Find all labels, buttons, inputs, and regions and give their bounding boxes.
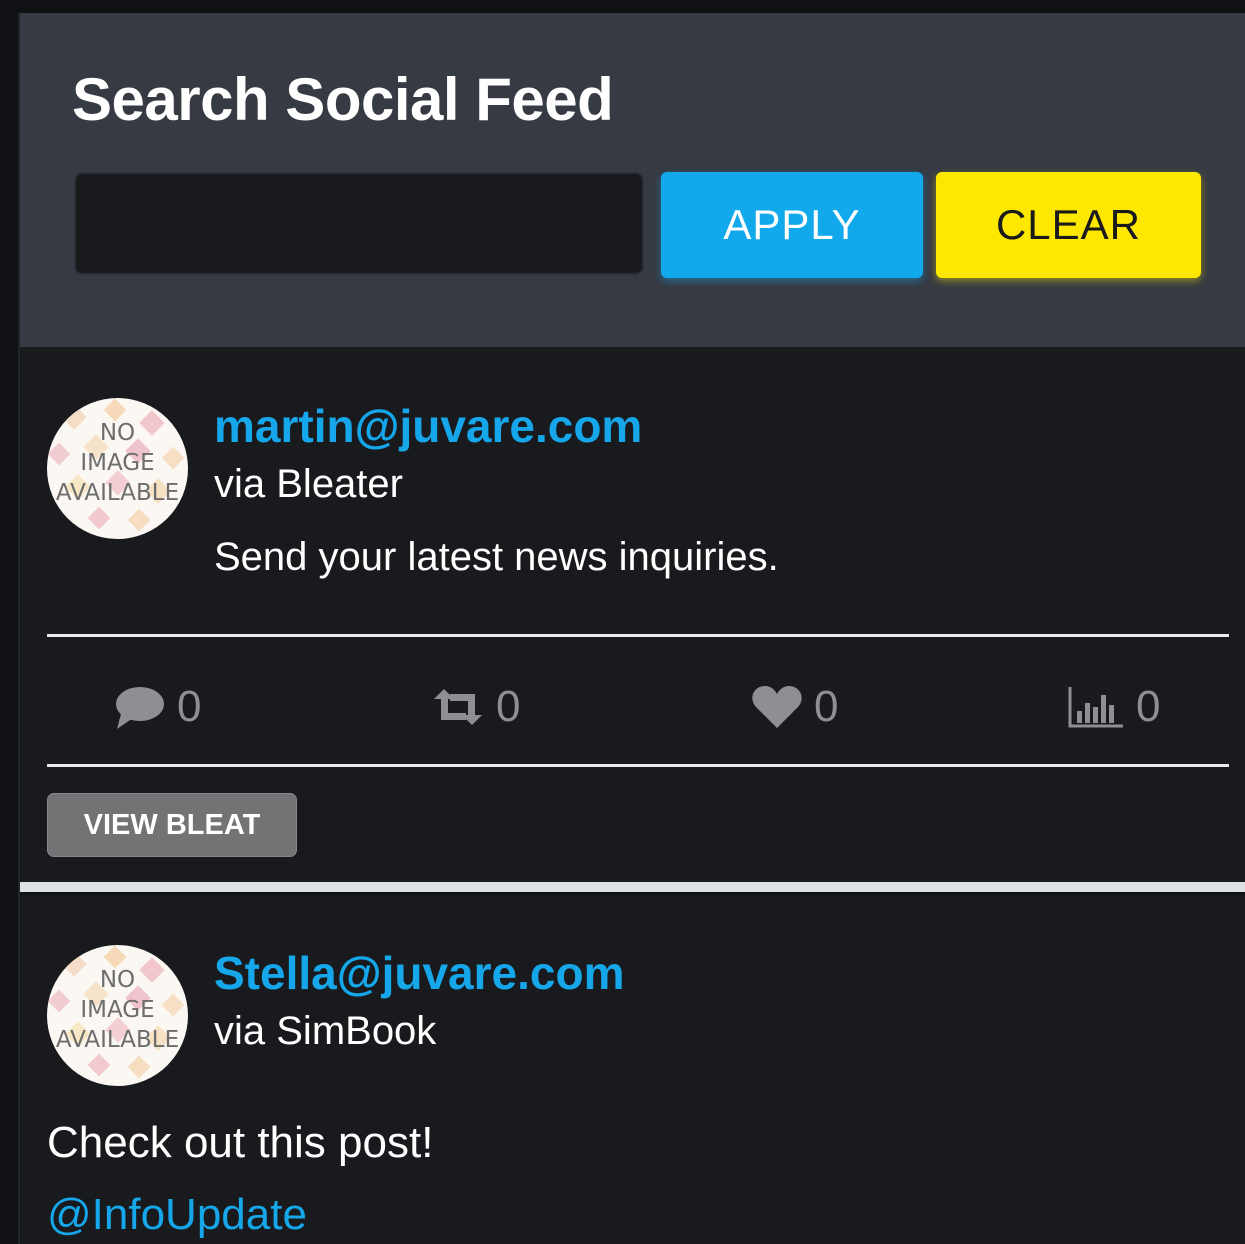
post-author-link[interactable]: Stella@juvare.com <box>214 946 624 1000</box>
views-count: 0 <box>1136 682 1161 731</box>
page-title: Search Social Feed <box>72 66 614 133</box>
post-source: via Bleater <box>214 462 403 506</box>
post-text: Check out this post! <box>47 1118 434 1167</box>
clear-button[interactable]: CLEAR <box>936 172 1201 278</box>
repost-count: 0 <box>496 682 521 731</box>
avatar-line-no: NO <box>99 420 136 446</box>
bar-chart-icon <box>1068 687 1123 728</box>
like-count: 0 <box>814 682 839 731</box>
avatar-line-image: IMAGE <box>80 997 155 1023</box>
comment-stat[interactable]: 0 <box>115 680 201 734</box>
avatar-placeholder-text: NO IMAGE AVAILABLE <box>47 965 188 1055</box>
heart-icon <box>752 686 802 728</box>
search-header: Search Social Feed APPLY CLEAR <box>20 13 1245 347</box>
comment-icon <box>116 687 164 729</box>
like-stat[interactable]: 0 <box>752 680 838 734</box>
mention-link[interactable]: @InfoUpdate <box>47 1190 307 1240</box>
views-stat[interactable]: 0 <box>1068 680 1160 734</box>
post-text: Send your latest news inquiries. <box>214 535 779 579</box>
avatar-placeholder-text: NO IMAGE AVAILABLE <box>47 418 188 508</box>
avatar: NO IMAGE AVAILABLE <box>47 398 188 539</box>
repost-icon <box>434 689 482 725</box>
post-separator <box>20 882 1245 895</box>
apply-button[interactable]: APPLY <box>661 172 923 278</box>
avatar: NO IMAGE AVAILABLE <box>47 945 188 1086</box>
avatar-line-no: NO <box>99 967 136 993</box>
avatar-line-image: IMAGE <box>80 450 155 476</box>
divider <box>47 634 1229 637</box>
avatar-line-available: AVAILABLE <box>55 480 180 506</box>
repost-stat[interactable]: 0 <box>432 680 520 734</box>
search-input[interactable] <box>74 172 644 275</box>
post-source: via SimBook <box>214 1009 437 1053</box>
post-author-link[interactable]: martin@juvare.com <box>214 399 642 453</box>
avatar-line-available: AVAILABLE <box>55 1027 180 1053</box>
social-feed-panel: Search Social Feed APPLY CLEAR NO IMAGE … <box>18 13 1245 1244</box>
divider <box>47 764 1229 767</box>
view-bleat-button[interactable]: VIEW BLEAT <box>47 793 297 857</box>
comment-count: 0 <box>177 682 202 731</box>
